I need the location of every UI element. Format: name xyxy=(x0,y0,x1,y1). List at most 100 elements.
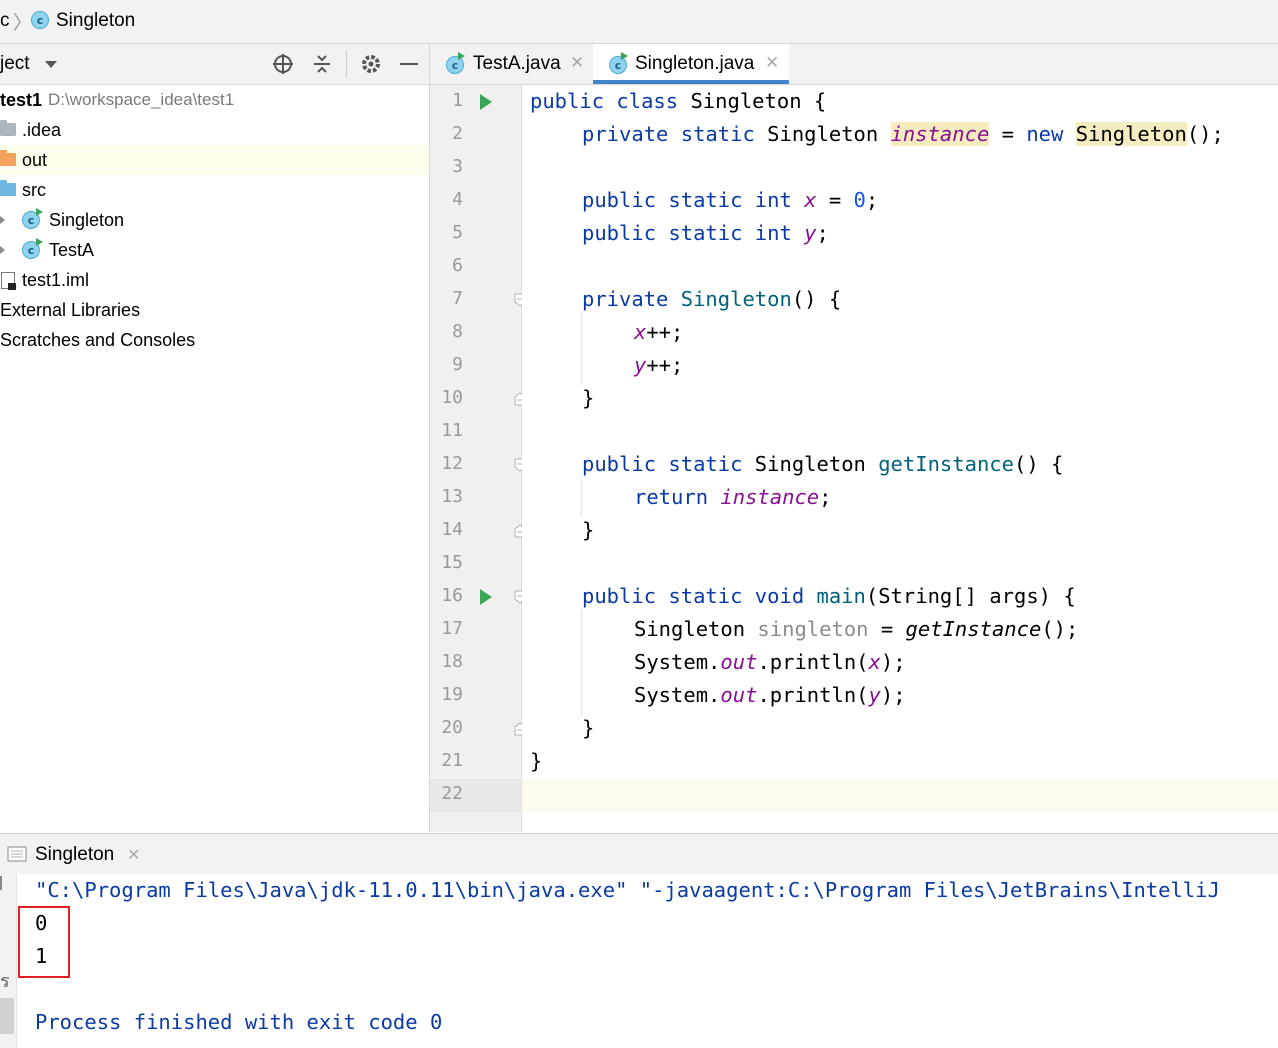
class-icon: c xyxy=(31,11,49,29)
line-number: 12 xyxy=(441,453,463,474)
code-line-1: public class Singleton { xyxy=(530,89,827,113)
tree-item-label: External Libraries xyxy=(0,300,141,320)
breadcrumb: c 〉 c Singleton xyxy=(0,0,1278,44)
line-number: 14 xyxy=(441,519,463,540)
tree-item-label: test1 xyxy=(0,90,43,110)
tree-item-singleton[interactable]: c Singleton xyxy=(0,205,429,235)
code-line-2: private static Singleton instance = new … xyxy=(582,122,1224,146)
code-line-8: x++; xyxy=(634,320,684,344)
tree-item-label: .idea xyxy=(22,120,62,140)
code-line-4: public static int x = 0; xyxy=(582,188,879,212)
tree-item-label: Singleton xyxy=(49,210,125,230)
rerun-icon[interactable] xyxy=(0,876,6,890)
tab-testa-java[interactable]: c TestA.java ✕ xyxy=(430,44,592,84)
expand-arrow-icon[interactable] xyxy=(0,216,5,224)
line-number: 7 xyxy=(452,288,463,309)
console-exit-message: Process finished with exit code 0 xyxy=(35,1010,443,1034)
code-line-5: public static int y; xyxy=(582,221,829,245)
line-number: 19 xyxy=(441,684,463,705)
tree-item-src[interactable]: src xyxy=(0,175,429,205)
editor-tab-bar: c TestA.java ✕ c Singleton.java ✕ xyxy=(430,44,1278,85)
run-panel-header: Singleton ✕ xyxy=(0,833,1278,875)
project-panel: ject test1 D:\workspace_idea\test1 .idea… xyxy=(0,44,430,832)
code-line-14: } xyxy=(582,518,595,542)
runnable-badge-icon xyxy=(36,208,43,216)
tree-item-label: src xyxy=(22,180,46,200)
code-editor[interactable]: public class Singleton { private static … xyxy=(522,85,1278,832)
line-number: 15 xyxy=(441,552,463,573)
line-number: 13 xyxy=(441,486,463,507)
tree-item-test1[interactable]: test1 D:\workspace_idea\test1 xyxy=(0,85,429,115)
console-command-line: "C:\Program Files\Java\jdk-11.0.11\bin\j… xyxy=(35,878,1220,902)
tree-item-out[interactable]: out xyxy=(0,145,429,175)
run-tab-label[interactable]: Singleton xyxy=(35,844,114,866)
line-number: 10 xyxy=(441,387,463,408)
indent-guide xyxy=(581,313,582,385)
editor-gutter: 1 2 3 4 5 6 7 8 9 10 11 12 13 14 15 16 1… xyxy=(430,85,526,832)
project-panel-header: ject xyxy=(0,44,429,85)
tree-item-external-libraries[interactable]: External Libraries xyxy=(0,295,429,325)
code-line-7: private Singleton() { xyxy=(582,287,842,311)
close-icon[interactable]: ✕ xyxy=(127,845,140,865)
hide-icon[interactable] xyxy=(400,63,418,65)
run-main-icon[interactable] xyxy=(480,589,492,605)
gear-icon[interactable] xyxy=(360,53,382,75)
tree-item-label: test1.iml xyxy=(22,270,90,290)
collapse-all-icon[interactable] xyxy=(312,53,332,75)
line-number: 18 xyxy=(441,651,463,672)
code-line-12: public static Singleton getInstance() { xyxy=(582,452,1064,476)
run-class-icon[interactable] xyxy=(480,94,492,110)
line-number: 20 xyxy=(441,717,463,738)
current-line-highlight xyxy=(522,779,1278,812)
code-line-19: System.out.println(y); xyxy=(634,683,906,707)
line-number: 16 xyxy=(441,585,463,606)
line-number: 5 xyxy=(452,222,463,243)
line-number: 2 xyxy=(452,123,463,144)
project-view-title[interactable]: ject xyxy=(0,53,30,75)
indent-guide xyxy=(581,610,582,715)
tree-item-label: Scratches and Consoles xyxy=(0,330,196,350)
toolbar-divider xyxy=(346,50,347,78)
tree-item-test1-iml[interactable]: test1.iml xyxy=(0,265,429,295)
output-highlight-box xyxy=(18,906,70,978)
tree-item-idea[interactable]: .idea xyxy=(0,115,429,145)
active-tab-indicator xyxy=(593,80,789,84)
console-icon xyxy=(7,846,27,862)
runnable-badge-icon xyxy=(36,238,43,246)
line-number: 1 xyxy=(452,90,463,111)
locate-icon[interactable] xyxy=(272,53,294,75)
line-number: 11 xyxy=(441,420,463,441)
breadcrumb-item-singleton[interactable]: Singleton xyxy=(56,10,135,32)
code-line-13: return instance; xyxy=(634,485,832,509)
tree-item-scratches[interactable]: Scratches and Consoles xyxy=(0,325,429,355)
folder-icon xyxy=(0,120,16,136)
tab-label: TestA.java xyxy=(473,53,561,74)
runnable-badge-icon xyxy=(621,52,628,60)
code-line-20: } xyxy=(582,716,595,740)
line-number: 4 xyxy=(452,189,463,210)
tree-item-label: out xyxy=(22,150,48,170)
soft-wrap-icon[interactable]: ร xyxy=(0,966,10,995)
close-icon[interactable]: ✕ xyxy=(765,53,779,73)
tree-item-testa[interactable]: c TestA xyxy=(0,235,429,265)
line-number: 17 xyxy=(441,618,463,639)
dropdown-icon[interactable] xyxy=(45,61,57,68)
expand-arrow-icon[interactable] xyxy=(0,246,5,254)
folder-icon xyxy=(0,150,16,166)
code-line-18: System.out.println(x); xyxy=(634,650,906,674)
tab-label: Singleton.java xyxy=(635,53,755,74)
chevron-right-icon: 〉 xyxy=(13,13,33,34)
run-toolbar: ร xyxy=(0,874,17,1048)
source-folder-icon xyxy=(0,180,16,196)
indent-guide xyxy=(581,478,582,516)
line-number: 6 xyxy=(452,255,463,276)
line-number: 9 xyxy=(452,354,463,375)
line-number: 3 xyxy=(452,156,463,177)
runnable-badge-icon xyxy=(458,52,465,60)
tab-singleton-java[interactable]: c Singleton.java ✕ xyxy=(593,44,789,84)
scroll-thumb[interactable] xyxy=(0,998,14,1034)
code-line-9: y++; xyxy=(634,353,684,377)
close-icon[interactable]: ✕ xyxy=(570,53,584,73)
line-number: 22 xyxy=(441,783,463,804)
breadcrumb-item-src[interactable]: c xyxy=(0,10,10,32)
